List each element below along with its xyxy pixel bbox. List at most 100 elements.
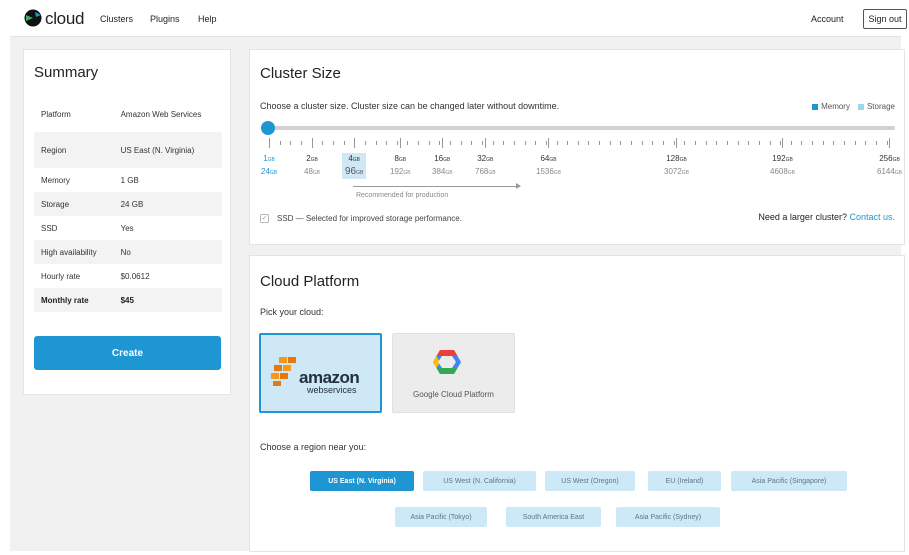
slider-tick bbox=[344, 141, 345, 145]
size-storage-label: 768GB bbox=[475, 167, 496, 176]
slider-tick bbox=[631, 141, 632, 145]
region-south-america-east[interactable]: South America East bbox=[506, 507, 601, 527]
summary-value: $45 bbox=[113, 288, 222, 312]
cluster-size-title: Cluster Size bbox=[260, 65, 341, 82]
slider-tick bbox=[620, 141, 621, 145]
size-option-1gb[interactable]: 1GB 24GB bbox=[261, 153, 277, 179]
slider-tick bbox=[386, 141, 387, 145]
region-eu-ireland[interactable]: EU (Ireland) bbox=[648, 471, 721, 491]
size-option-64gb[interactable]: 64GB 1536GB bbox=[536, 153, 561, 179]
size-option-32gb[interactable]: 32GB 768GB bbox=[475, 153, 496, 179]
region-us-west-oregon[interactable]: US West (Oregon) bbox=[545, 471, 635, 491]
slider-tick bbox=[280, 141, 281, 145]
size-memory-label: 8GB bbox=[394, 154, 407, 163]
legend-storage: Storage bbox=[866, 102, 895, 111]
slider-tick bbox=[290, 141, 291, 145]
cluster-size-slider-track[interactable] bbox=[266, 126, 895, 130]
size-storage-label: 96GB bbox=[345, 166, 364, 177]
slider-tick bbox=[770, 141, 771, 145]
gcp-card[interactable]: Google Cloud Platform bbox=[392, 333, 515, 413]
nav-plugins[interactable]: Plugins bbox=[150, 14, 180, 24]
create-button[interactable]: Create bbox=[34, 336, 221, 370]
summary-label: Storage bbox=[34, 192, 114, 216]
slider-major-tick bbox=[442, 138, 443, 148]
account-link[interactable]: Account bbox=[811, 14, 844, 24]
nav-help[interactable]: Help bbox=[198, 14, 217, 24]
cloud-platform-panel: Cloud Platform Pick your cloud: amazon w… bbox=[249, 255, 905, 552]
larger-cluster-note: Need a larger cluster? Contact us. bbox=[758, 212, 895, 222]
size-storage-label: 384GB bbox=[432, 167, 453, 176]
region-asia-tokyo[interactable]: Asia Pacific (Tokyo) bbox=[395, 507, 487, 527]
slider-tick bbox=[365, 141, 366, 145]
size-option-2gb[interactable]: 2GB 48GB bbox=[304, 153, 320, 179]
aws-cubes-icon bbox=[271, 357, 296, 386]
ssd-label: SSD — Selected for improved storage perf… bbox=[277, 214, 462, 223]
slider-major-tick bbox=[676, 138, 677, 148]
slider-major-tick bbox=[354, 138, 355, 148]
slider-tick bbox=[535, 141, 536, 145]
size-storage-label: 6144GB bbox=[877, 167, 903, 176]
slider-tick bbox=[674, 141, 675, 145]
cluster-size-panel: Cluster Size Choose a cluster size. Clus… bbox=[249, 49, 905, 245]
region-asia-sydney[interactable]: Asia Pacific (Sydney) bbox=[616, 507, 720, 527]
summary-label: SSD bbox=[41, 223, 58, 233]
slider-major-tick bbox=[782, 138, 783, 148]
slider-tick bbox=[823, 141, 824, 145]
summary-row-monthly-rate: Monthly rate $45 bbox=[34, 288, 222, 312]
size-storage-label: 48GB bbox=[304, 167, 321, 176]
slider-tick bbox=[738, 141, 739, 145]
slider-tick bbox=[663, 141, 664, 145]
ssd-checkbox[interactable]: ✓ bbox=[260, 214, 269, 223]
summary-label: High availability bbox=[34, 240, 114, 264]
cloud-logo-icon[interactable] bbox=[24, 9, 42, 27]
region-us-west-california[interactable]: US West (N. California) bbox=[423, 471, 536, 491]
window-edge-left bbox=[0, 0, 10, 555]
summary-value: Yes bbox=[120, 223, 134, 233]
region-asia-singapore[interactable]: Asia Pacific (Singapore) bbox=[731, 471, 847, 491]
slider-tick bbox=[322, 141, 323, 145]
size-memory-label: 128GB bbox=[666, 154, 687, 163]
aws-card[interactable]: amazon webservices bbox=[259, 333, 382, 413]
region-us-east[interactable]: US East (N. Virginia) bbox=[310, 471, 414, 491]
slider-tick bbox=[397, 141, 398, 145]
slider-tick bbox=[716, 141, 717, 145]
size-option-8gb[interactable]: 8GB 192GB bbox=[390, 153, 411, 179]
size-option-4gb[interactable]: 4GB 96GB bbox=[342, 153, 367, 179]
slider-tick bbox=[876, 141, 877, 145]
size-option-192gb[interactable]: 192GB 4608GB bbox=[770, 153, 795, 179]
slider-tick bbox=[407, 141, 408, 145]
slider-tick bbox=[493, 141, 494, 145]
size-option-128gb[interactable]: 128GB 3072GB bbox=[664, 153, 689, 179]
slider-tick bbox=[748, 141, 749, 145]
slider-tick bbox=[450, 141, 451, 145]
slider-tick bbox=[801, 141, 802, 145]
slider-ticks bbox=[250, 138, 906, 152]
recommended-arrow-icon bbox=[516, 183, 521, 189]
slider-major-tick bbox=[485, 138, 486, 148]
slider-tick bbox=[652, 141, 653, 145]
slider-tick bbox=[865, 141, 866, 145]
summary-row-platform: Platform Amazon Web Services bbox=[34, 96, 222, 132]
size-memory-label: 2GB bbox=[306, 154, 318, 163]
slider-tick bbox=[376, 141, 377, 145]
top-nav-bar: cloud Clusters Plugins Help Account Sign… bbox=[10, 0, 907, 37]
region-label: Choose a region near you: bbox=[260, 442, 367, 452]
sign-out-button[interactable]: Sign out bbox=[863, 9, 907, 29]
size-memory-label: 32GB bbox=[477, 154, 494, 163]
slider-tick bbox=[429, 141, 430, 145]
summary-value: No bbox=[113, 240, 222, 264]
size-memory-label: 16GB bbox=[434, 154, 451, 163]
cluster-size-slider-handle[interactable] bbox=[261, 121, 275, 135]
slider-tick bbox=[812, 141, 813, 145]
summary-value: Amazon Web Services bbox=[120, 109, 202, 119]
size-option-256gb[interactable]: 256GB 6144GB bbox=[877, 153, 902, 179]
cluster-size-subtitle: Choose a cluster size. Cluster size can … bbox=[260, 101, 560, 111]
contact-us-link[interactable]: Contact us. bbox=[849, 212, 895, 222]
size-memory-label: 64GB bbox=[540, 154, 557, 163]
nav-clusters[interactable]: Clusters bbox=[100, 14, 133, 24]
slider-tick bbox=[610, 141, 611, 145]
slider-tick bbox=[684, 141, 685, 145]
summary-row-high-availability: High availability No bbox=[34, 240, 222, 264]
slider-tick bbox=[567, 141, 568, 145]
size-option-16gb[interactable]: 16GB 384GB bbox=[432, 153, 453, 179]
